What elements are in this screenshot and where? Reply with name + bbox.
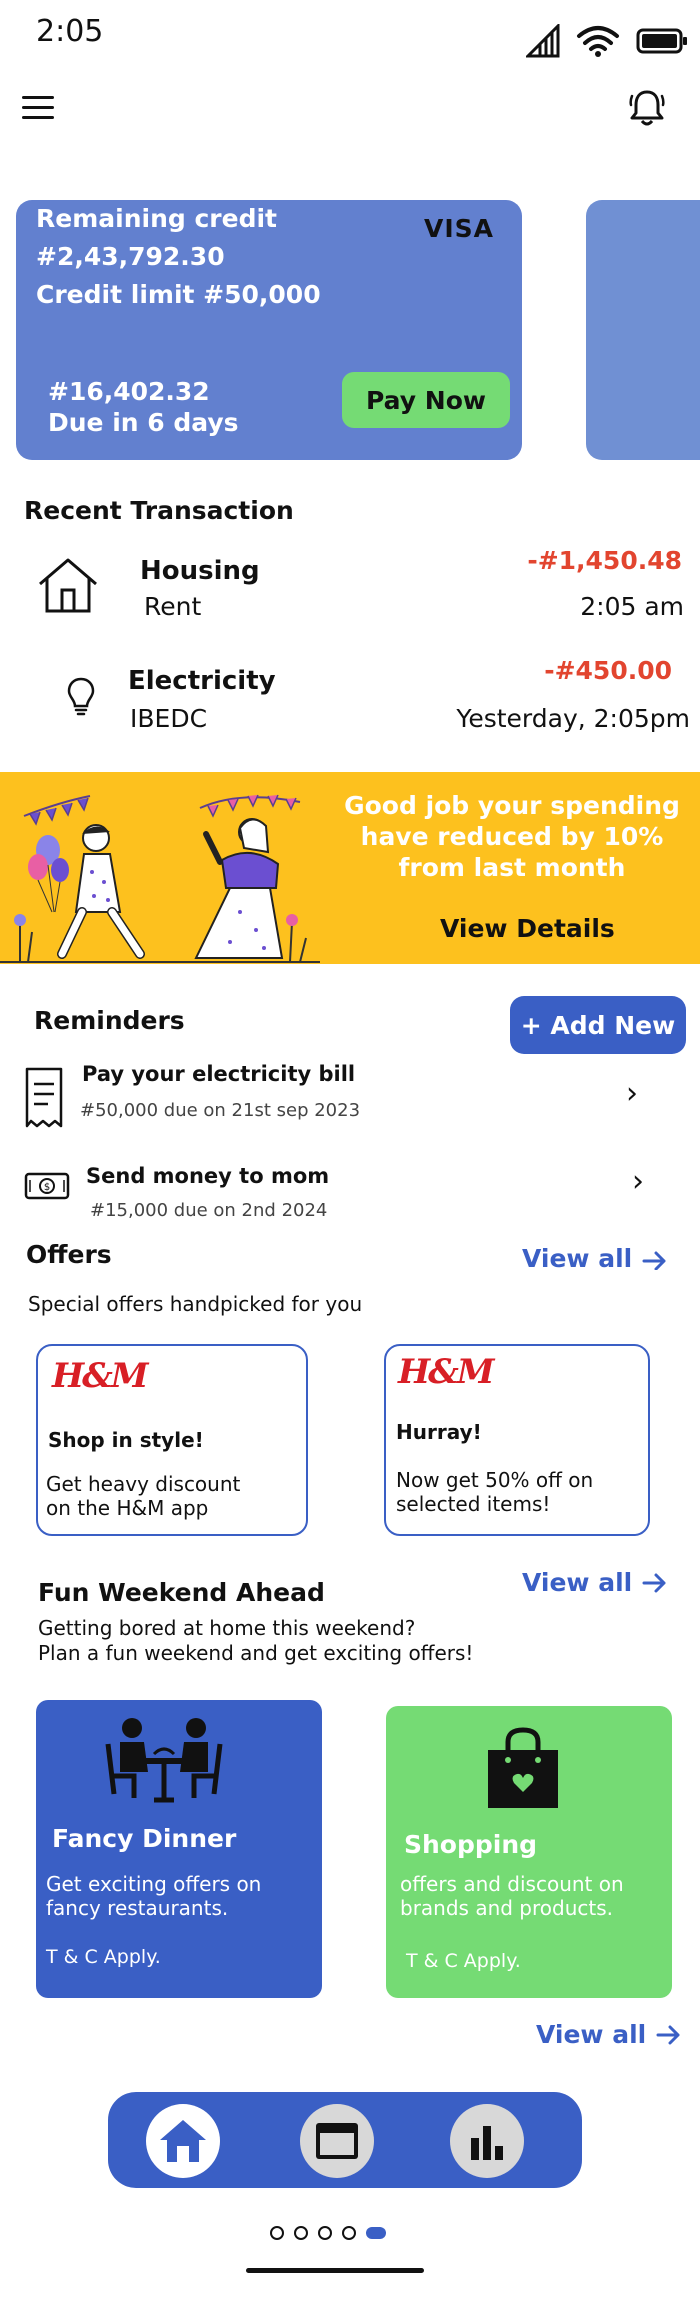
arrow-right-icon [656, 2025, 680, 2044]
chevron-right-icon[interactable]: › [626, 1076, 638, 1111]
celebration-illustration [0, 794, 320, 963]
home-indicator [246, 2268, 424, 2273]
nav-home[interactable] [146, 2104, 220, 2178]
nav-stats[interactable] [450, 2104, 524, 2178]
cash-icon: $ [24, 1172, 70, 1204]
offers-subtitle: Special offers handpicked for you [28, 1292, 363, 1316]
shopping-card[interactable]: Shopping offers and discount on brands a… [386, 1706, 672, 1998]
card-desc-line: offers and discount on [400, 1872, 624, 1896]
weekend-sub-line: Plan a fun weekend and get exciting offe… [38, 1641, 474, 1665]
banner-message: Good job your spending have reduced by 1… [344, 791, 680, 882]
card-icon [316, 2123, 358, 2159]
home-icon [160, 2120, 206, 2162]
tx-time-electricity: Yesterday, 2:05pm [456, 704, 690, 733]
page-dot[interactable] [270, 2226, 284, 2240]
tx-amount-housing: -#1,450.48 [527, 546, 682, 575]
offers-view-all[interactable]: View all [522, 1244, 668, 1273]
tx-sub-ibedc: IBEDC [130, 704, 208, 733]
pay-now-button[interactable]: Pay Now [342, 372, 510, 428]
offer-desc: Get heavy discount on the H&M app [46, 1472, 240, 1520]
house-icon [36, 556, 100, 618]
weekend-sub-line: Getting bored at home this weekend? [38, 1616, 416, 1640]
remaining-credit-amount: #2,43,792.30 [36, 242, 225, 271]
next-card-peek[interactable] [586, 200, 700, 460]
receipt-icon [24, 1066, 64, 1134]
card-desc: Get exciting offers on fancy restaurants… [46, 1872, 261, 1920]
tx-time-housing: 2:05 am [580, 592, 684, 621]
terms-label: T & C Apply. [406, 1950, 521, 1972]
fancy-dinner-card[interactable]: Fancy Dinner Get exciting offers on fanc… [36, 1700, 322, 1998]
offer-desc-line: selected items! [396, 1492, 551, 1516]
dinner-icon [105, 1718, 223, 1803]
weekend-view-all[interactable]: View all [522, 1568, 668, 1597]
offer-desc-line: Now get 50% off on [396, 1468, 594, 1492]
reminder-title-electricity: Pay your electricity bill [82, 1062, 356, 1086]
card-info: Remaining credit #2,43,792.30 Credit lim… [36, 200, 321, 314]
arrow-right-icon [642, 1573, 666, 1592]
hm-logo: H&M [52, 1356, 148, 1396]
nav-cards[interactable] [300, 2104, 374, 2178]
card-title: Shopping [404, 1830, 538, 1859]
status-time: 2:05 [36, 14, 104, 49]
credit-limit: Credit limit #50,000 [36, 280, 321, 309]
wifi-icon [577, 26, 619, 57]
offer-card-2[interactable]: H&M Hurray! Now get 50% off on selected … [384, 1344, 650, 1536]
view-details-link[interactable]: View Details [440, 914, 615, 943]
due-date: Due in 6 days [48, 408, 239, 437]
status-icons [526, 24, 688, 58]
menu-icon[interactable] [22, 96, 54, 122]
remaining-credit-label: Remaining credit [36, 204, 277, 233]
reminder-sub-electricity: #50,000 due on 21st sep 2023 [80, 1100, 361, 1121]
tx-sub-rent: Rent [144, 592, 202, 621]
recent-transaction-title: Recent Transaction [24, 496, 294, 525]
offer-title: Hurray! [396, 1420, 482, 1444]
view-all-label: View all [522, 1568, 633, 1597]
credit-card[interactable]: Remaining credit #2,43,792.30 Credit lim… [16, 200, 522, 460]
tx-amount-electricity: -#450.00 [544, 656, 672, 685]
terms-label: T & C Apply. [46, 1946, 161, 1968]
tx-name-electricity: Electricity [128, 666, 276, 696]
offer-card-1[interactable]: H&M Shop in style! Get heavy discount on… [36, 1344, 308, 1536]
offer-desc: Now get 50% off on selected items! [396, 1468, 593, 1516]
view-all-label: View all [522, 1244, 633, 1273]
page-indicator [270, 2226, 386, 2240]
spending-banner[interactable]: Good job your spending have reduced by 1… [0, 772, 700, 964]
offer-title: Shop in style! [48, 1428, 204, 1452]
due-amount: #16,402.32 [48, 377, 210, 406]
svg-text:$: $ [44, 1182, 50, 1193]
weekend-subtitle: Getting bored at home this weekend? Plan… [38, 1616, 473, 1666]
page-dot[interactable] [342, 2226, 356, 2240]
arrow-right-icon [642, 1251, 666, 1270]
offers-title: Offers [26, 1240, 112, 1269]
card-desc-line: brands and products. [400, 1896, 614, 1920]
card-desc: offers and discount on brands and produc… [400, 1872, 624, 1920]
page-dot[interactable] [318, 2226, 332, 2240]
shopping-bag-icon [488, 1727, 558, 1808]
lightbulb-icon [66, 676, 96, 722]
weekend-title: Fun Weekend Ahead [38, 1578, 325, 1607]
view-all-label: View all [536, 2020, 647, 2049]
reminder-sub-mom: #15,000 due on 2nd 2024 [90, 1200, 328, 1221]
hm-logo: H&M [398, 1352, 494, 1392]
page-dot[interactable] [294, 2226, 308, 2240]
card-desc-line: fancy restaurants. [46, 1896, 229, 1920]
chevron-right-icon[interactable]: › [632, 1164, 644, 1199]
reminders-title: Reminders [34, 1006, 185, 1035]
battery-icon [636, 28, 687, 54]
offer-desc-line: Get heavy discount [46, 1472, 241, 1496]
due-info: #16,402.32 Due in 6 days [48, 376, 239, 438]
offer-desc-line: on the H&M app [46, 1496, 209, 1520]
page-dot-active[interactable] [366, 2227, 386, 2239]
chart-icon [471, 2126, 503, 2160]
bell-icon[interactable] [628, 88, 666, 132]
add-new-button[interactable]: + Add New [510, 996, 686, 1054]
tx-name-housing: Housing [140, 556, 260, 586]
bottom-nav [108, 2092, 582, 2188]
signal-icon [526, 24, 560, 58]
bottom-view-all[interactable]: View all [536, 2020, 682, 2049]
card-title: Fancy Dinner [52, 1824, 237, 1853]
card-desc-line: Get exciting offers on [46, 1872, 262, 1896]
visa-logo: VISA [424, 214, 495, 243]
reminder-title-mom: Send money to mom [86, 1164, 330, 1188]
